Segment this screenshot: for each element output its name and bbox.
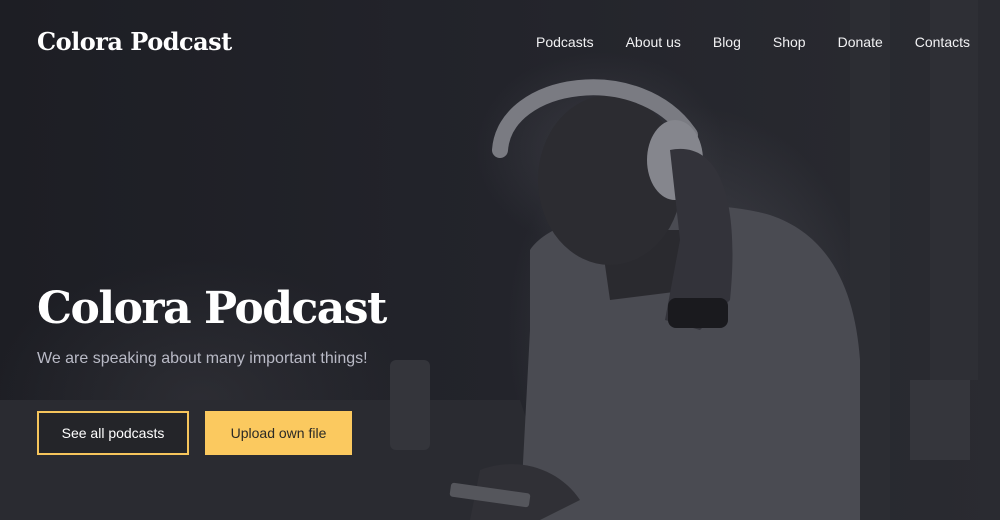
hero-section: Colora Podcast Podcasts About us Blog Sh… (0, 0, 1000, 520)
nav-item-about-us[interactable]: About us (626, 34, 681, 50)
main-menu: Podcasts About us Blog Shop Donate Conta… (536, 34, 970, 50)
hero-subtitle: We are speaking about many important thi… (37, 350, 368, 367)
wristwatch (668, 298, 728, 328)
nav-item-podcasts[interactable]: Podcasts (536, 34, 594, 50)
cup-shape (390, 360, 430, 450)
nav-item-blog[interactable]: Blog (713, 34, 741, 50)
hero-title: Colora Podcast (37, 283, 387, 334)
nav-item-shop[interactable]: Shop (773, 34, 806, 50)
window-column (910, 380, 970, 460)
brand-logo[interactable]: Colora Podcast (37, 27, 232, 56)
nav-item-donate[interactable]: Donate (838, 34, 883, 50)
upload-own-file-button[interactable]: Upload own file (205, 411, 352, 455)
nav-item-contacts[interactable]: Contacts (915, 34, 970, 50)
top-navigation: Colora Podcast Podcasts About us Blog Sh… (0, 0, 1000, 86)
see-all-podcasts-button[interactable]: See all podcasts (37, 411, 189, 455)
